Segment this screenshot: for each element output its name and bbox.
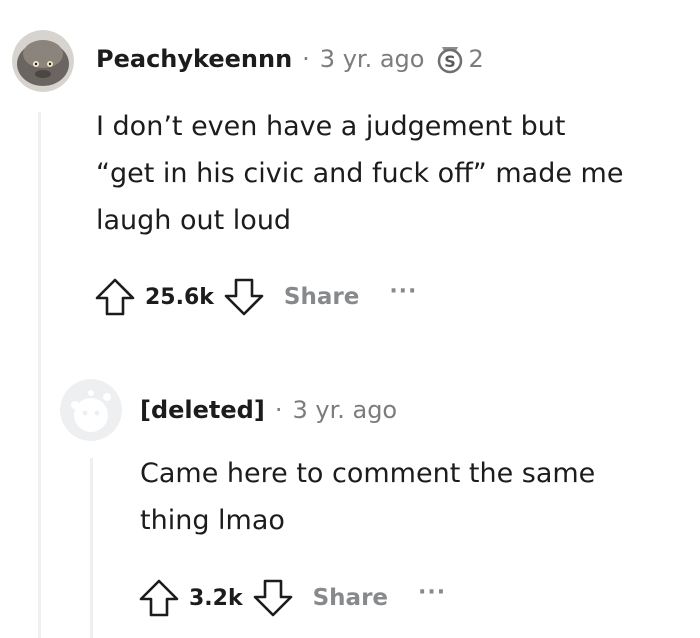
- comment-actions: 3.2k Share ···: [137, 577, 446, 619]
- comment-line: thing lmao: [140, 505, 285, 536]
- deleted-user-avatar-icon: [60, 379, 122, 441]
- comment-meta: [deleted] · 3 yr. ago: [140, 396, 397, 424]
- username[interactable]: Peachykeennn: [96, 45, 292, 73]
- comment-line: Came here to comment the same: [140, 458, 596, 489]
- downvote-icon[interactable]: [222, 276, 266, 318]
- share-button[interactable]: Share: [313, 585, 388, 611]
- separator: ·: [302, 45, 310, 73]
- comment-body: I don’t even have a judgement but “get i…: [96, 103, 623, 244]
- vote-count: 25.6k: [145, 284, 214, 310]
- award-count: 2: [468, 45, 484, 73]
- vote-count: 3.2k: [189, 585, 243, 611]
- share-button[interactable]: Share: [284, 284, 359, 310]
- username: [deleted]: [140, 396, 265, 424]
- svg-text:S: S: [445, 52, 457, 71]
- comment-line: “get in his civic and fuck off” made me: [96, 158, 624, 189]
- comment-body: Came here to comment the same thing lmao: [140, 450, 595, 544]
- avatar[interactable]: [12, 30, 74, 92]
- comment-line: I don’t even have a judgement but: [96, 111, 566, 142]
- thread-line-main[interactable]: [38, 112, 41, 638]
- more-options-button[interactable]: ···: [389, 279, 417, 304]
- thread-line-reply[interactable]: [90, 458, 93, 638]
- downvote-icon[interactable]: [251, 577, 295, 619]
- more-options-button[interactable]: ···: [418, 580, 446, 605]
- comment-line: laugh out loud: [96, 205, 292, 236]
- timestamp[interactable]: 3 yr. ago: [292, 396, 397, 424]
- timestamp[interactable]: 3 yr. ago: [320, 45, 425, 73]
- upvote-icon[interactable]: [137, 577, 181, 619]
- comment-meta: Peachykeennn · 3 yr. ago S 2: [96, 44, 484, 74]
- silver-award-icon[interactable]: S: [436, 44, 464, 74]
- comment-actions: 25.6k Share ···: [93, 276, 417, 318]
- snoo-avatar-icon: [12, 30, 74, 92]
- avatar[interactable]: [60, 379, 122, 441]
- upvote-icon[interactable]: [93, 276, 137, 318]
- separator: ·: [274, 396, 283, 424]
